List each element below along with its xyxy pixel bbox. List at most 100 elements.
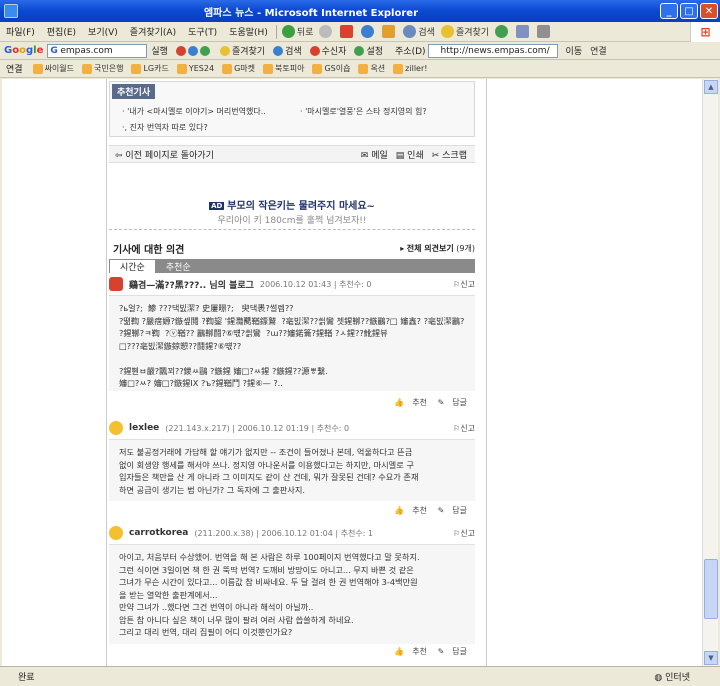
comment-text: 저도 불공정거래에 가담해 할 얘기가 없지만 -- 조건이 들어졌나 본데, … [119,447,419,495]
scrap-button[interactable]: ✂ 스크랩 [432,148,467,161]
report-button[interactable]: ⚐신고 [453,423,475,434]
google-run-button[interactable]: 실행 [147,44,172,57]
scroll-up-arrow-icon[interactable]: ▲ [704,80,718,94]
link-cyworld[interactable]: 싸이월드 [29,63,78,74]
comment-author[interactable]: 鷄겸—滿??黑???.. 님의 블로그 [129,278,254,291]
comment-actions: 👍 추천 ✎ 답글 [386,505,467,516]
recommend-label: 추천 [412,398,428,407]
mail-button[interactable]: ✉ 메일 [361,148,388,161]
close-button[interactable]: ✕ [700,3,718,19]
report-label: 신고 [460,279,475,289]
zone-indicator: ◍ 인터넷 [654,670,690,683]
tab-recommend-order[interactable]: 추천순 [156,259,201,273]
link-auction[interactable]: 옥션 [354,63,389,74]
google-bookmarks-button[interactable]: 즐겨찾기 [216,44,269,57]
link-lgcard[interactable]: LG카드 [127,63,172,74]
menu-favorites[interactable]: 즐겨찾기(A) [124,25,182,38]
history-button[interactable] [492,25,513,38]
recommended-link[interactable]: · '내가 <마시멜로 이야기> 머리번역했다.. [122,106,266,117]
menu-tools[interactable]: 도구(T) [182,25,223,38]
scrollbar-thumb[interactable] [704,559,718,619]
comment-body: 저도 불공정거래에 가담해 할 얘기가 없지만 -- 조건이 들어졌나 본데, … [109,439,475,501]
comment-author[interactable]: carrotkorea [129,528,188,538]
recommended-link[interactable]: ·, 진자 번역자 따로 있다? [122,122,208,133]
mail-button[interactable] [513,25,534,38]
search-button[interactable]: 검색 [400,25,438,38]
link-yes24[interactable]: YES24 [173,63,218,74]
print-label: 인쇄 [407,150,424,161]
tab-time-order[interactable]: 시간순 [109,259,156,273]
recommended-articles: 추천기사 · '내가 <마시멜로 이야기> 머리번역했다.. · '마시멜로'열… [109,81,475,137]
receive-button[interactable]: 수신자 [306,44,351,57]
print-button[interactable]: ▤ 인쇄 [396,148,424,161]
reply-button[interactable]: ✎ 답글 [438,506,467,515]
print-button[interactable] [534,25,555,38]
inbox-icon [309,45,320,56]
menu-view[interactable]: 보기(V) [82,25,124,38]
recommended-link[interactable]: · '마시멜로'열풍'은 스타 정지영의 힘? [300,106,427,117]
forward-arrow-icon [319,25,333,38]
back-label: 뒤로 [296,28,314,38]
home-icon [382,25,396,38]
menu-help[interactable]: 도움말(H) [223,25,274,38]
refresh-button[interactable] [358,25,379,38]
back-button[interactable]: 뒤로 [279,25,317,38]
ie-icon [4,4,18,18]
comment-author[interactable]: lexlee [129,423,159,433]
links-label: 연결 [6,65,23,75]
link-icon [262,63,273,74]
back-to-previous-link[interactable]: ⇦ 이전 페이지로 돌아가기 [115,148,361,161]
link-label: 싸이월드 [44,64,75,73]
home-button[interactable] [379,25,400,38]
reply-button[interactable]: ✎ 답글 [438,647,467,656]
link-kbank[interactable]: 국민은행 [78,63,127,74]
link-gseshop[interactable]: GS이숍 [308,63,354,74]
comment-actions: 👍 추천 ✎ 답글 [386,646,467,657]
comment-meta: 2006.10.12 01:43 | 추천수: 0 [259,279,372,289]
favorites-button[interactable]: 즐겨찾기 [438,25,492,38]
google-search-input[interactable]: empas.com [47,43,148,58]
zone-label: 인터넷 [665,673,690,683]
link-gmarket[interactable]: G마켓 [218,63,259,74]
google-search-button[interactable]: 검색 [269,44,306,57]
recommend-button[interactable]: 👍 추천 [394,506,427,515]
ad-subtitle[interactable]: 우리아이 키 180cm를 훌쩍 넘겨보자!! [109,213,475,230]
go-button[interactable]: 이동 [562,44,587,57]
stop-icon [340,25,354,38]
minimize-button[interactable]: _ [660,3,678,19]
link-ziller[interactable]: ziller! [389,63,431,74]
favorites-label: 즐겨찾기 [455,28,490,38]
blog-avatar-icon [109,277,123,291]
globe-icon [187,45,198,56]
recommend-button[interactable]: 👍 추천 [394,398,427,407]
scroll-down-arrow-icon[interactable]: ▼ [704,651,718,665]
all-opinions-link[interactable]: ▸ 전체 의견보기 (9개) [400,243,475,254]
report-label: 신고 [460,423,475,433]
address-bar[interactable]: http://news.empas.com/ [427,43,558,58]
report-button[interactable]: ⚐신고 [453,279,475,290]
menu-edit[interactable]: 편집(E) [41,25,82,38]
link-icon [393,63,404,74]
maximize-button[interactable]: □ [680,3,698,19]
ad-title: 부모의 작은키는 물려주지 마세요~ [227,201,375,212]
stop-button[interactable] [337,25,358,38]
menu-file[interactable]: 파일(F) [0,25,41,38]
status-bar: 완료 ◍ 인터넷 [0,666,720,686]
ad-banner[interactable]: AD 부모의 작은키는 물려주지 마세요~ [109,197,475,212]
link-label: G마켓 [234,64,255,73]
forward-button[interactable] [316,25,337,38]
recommend-label: 추천 [412,506,428,515]
back-arrow-icon [281,25,295,38]
vertical-scrollbar[interactable]: ▲ ▼ [702,79,718,666]
reply-label: 답글 [452,398,467,407]
link-booktopia[interactable]: 북토피아 [259,63,308,74]
link-icon [82,63,93,74]
title-bar: 엠파스 뉴스 - Microsoft Internet Explorer _ □… [0,0,720,22]
reply-button[interactable]: ✎ 답글 [438,398,467,407]
settings-button[interactable]: 설정 [350,44,387,57]
report-button[interactable]: ⚐신고 [453,528,475,539]
comment-meta: (211.200.x.38) | 2006.10.12 01:04 | 추천수:… [194,528,374,538]
links-button[interactable]: 연결 [590,44,607,57]
receive-label: 수신자 [321,47,347,57]
recommend-button[interactable]: 👍 추천 [394,647,427,656]
